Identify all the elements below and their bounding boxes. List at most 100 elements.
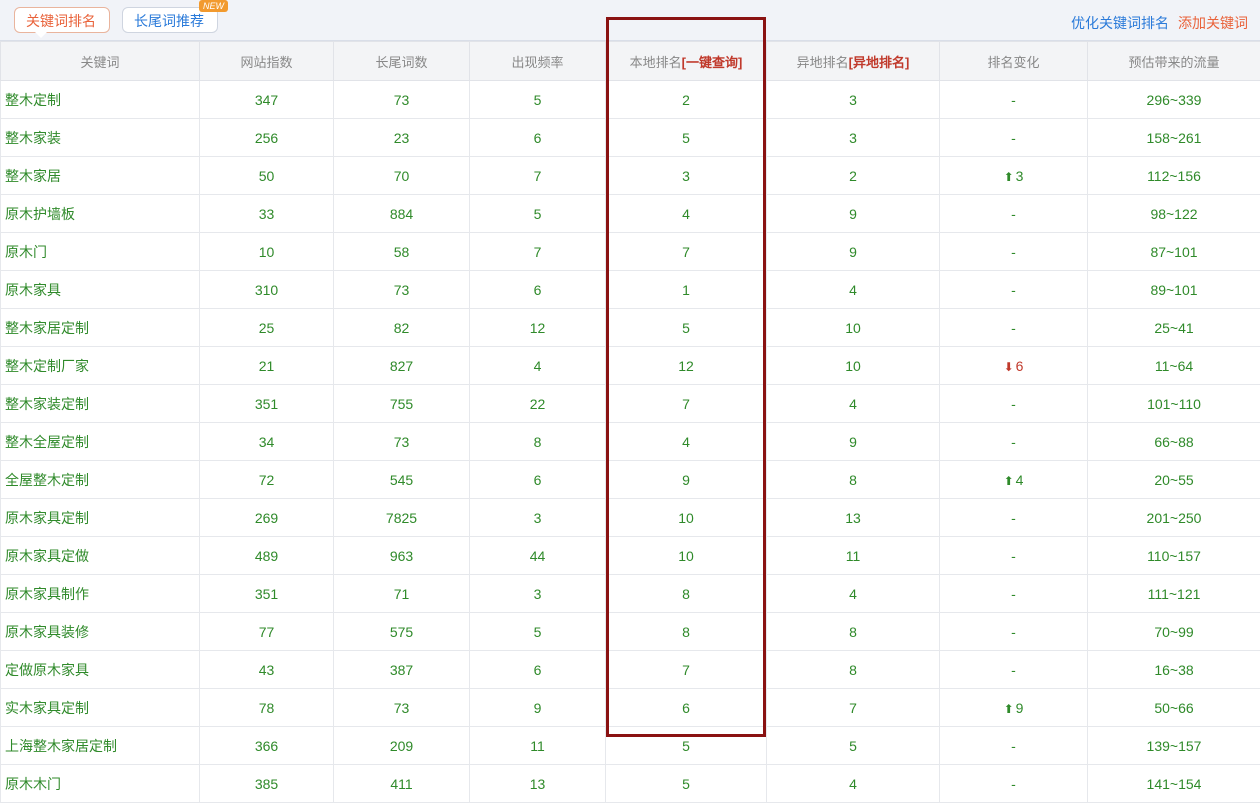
keyword-cell: 上海整木家居定制 [1,727,200,765]
keyword-cell: 原木护墙板 [1,195,200,233]
longtail-count-cell: 545 [334,461,470,499]
frequency-cell: 6 [470,651,606,689]
rank-change-value: 6 [1016,358,1024,374]
remote-rank-cell: 3 [767,81,940,119]
local-rank-cell: 1 [606,271,767,309]
local-rank-cell: 7 [606,233,767,271]
rank-change-cell: ⬆3 [940,157,1088,195]
col-remote-rank-label: 异地排名 [797,55,849,70]
col-traffic: 预估带来的流量 [1088,42,1260,81]
local-rank-cell: 8 [606,613,767,651]
remote-rank-link[interactable]: [异地排名] [849,55,910,70]
local-rank-cell: 2 [606,81,767,119]
table-row: 全屋整木定制72545698⬆420~55 [1,461,1260,499]
rank-change-cell: - [940,119,1088,157]
frequency-cell: 8 [470,423,606,461]
keyword-cell: 全屋整木定制 [1,461,200,499]
arrow-up-icon: ⬆ [1004,170,1014,184]
table-row: 上海整木家居定制3662091155-139~157 [1,727,1260,765]
col-rank-change: 排名变化 [940,42,1088,81]
remote-rank-cell: 4 [767,385,940,423]
longtail-count-cell: 209 [334,727,470,765]
keyword-cell: 原木家具装修 [1,613,200,651]
rank-change-cell: - [940,385,1088,423]
longtail-count-cell: 575 [334,613,470,651]
site-index-cell: 43 [200,651,334,689]
rank-change-cell: - [940,613,1088,651]
longtail-count-cell: 884 [334,195,470,233]
remote-rank-cell: 5 [767,727,940,765]
keyword-cell: 整木家居 [1,157,200,195]
keyword-cell: 整木家装 [1,119,200,157]
table-row: 整木家居定制258212510-25~41 [1,309,1260,347]
longtail-count-cell: 963 [334,537,470,575]
local-rank-cell: 8 [606,575,767,613]
traffic-cell: 101~110 [1088,385,1260,423]
remote-rank-cell: 4 [767,575,940,613]
site-index-cell: 25 [200,309,334,347]
frequency-cell: 6 [470,119,606,157]
rank-change-cell: - [940,195,1088,233]
remote-rank-cell: 4 [767,271,940,309]
tab-keyword-rank[interactable]: 关键词排名 [14,7,110,33]
one-click-query-link[interactable]: [一键查询] [682,55,743,70]
traffic-cell: 89~101 [1088,271,1260,309]
table-row: 原木家具31073614-89~101 [1,271,1260,309]
table-header-row: 关键词 网站指数 长尾词数 出现频率 本地排名[一键查询] 异地排名[异地排名]… [1,42,1260,81]
top-toolbar: 关键词排名 长尾词推荐 NEW 优化关键词排名 添加关键词 [0,0,1260,41]
local-rank-cell: 3 [606,157,767,195]
longtail-count-cell: 827 [334,347,470,385]
col-site-index: 网站指数 [200,42,334,81]
site-index-cell: 351 [200,575,334,613]
rank-change-cell: ⬇6 [940,347,1088,385]
site-index-cell: 78 [200,689,334,727]
col-local-rank-label: 本地排名 [630,55,682,70]
table-row: 定做原木家具43387678-16~38 [1,651,1260,689]
longtail-count-cell: 387 [334,651,470,689]
keyword-cell: 原木家具 [1,271,200,309]
rank-change-cell: ⬆9 [940,689,1088,727]
frequency-cell: 4 [470,347,606,385]
rank-change-value: 3 [1016,168,1024,184]
remote-rank-cell: 9 [767,423,940,461]
remote-rank-cell: 7 [767,689,940,727]
local-rank-cell: 5 [606,765,767,803]
remote-rank-cell: 10 [767,309,940,347]
add-keyword-link[interactable]: 添加关键词 [1178,13,1248,33]
col-remote-rank: 异地排名[异地排名] [767,42,940,81]
keyword-rank-table: 关键词 网站指数 长尾词数 出现频率 本地排名[一键查询] 异地排名[异地排名]… [0,41,1260,803]
remote-rank-cell: 9 [767,233,940,271]
longtail-count-cell: 411 [334,765,470,803]
longtail-count-cell: 73 [334,81,470,119]
tab-pointer [35,32,47,38]
traffic-cell: 16~38 [1088,651,1260,689]
frequency-cell: 3 [470,499,606,537]
longtail-count-cell: 7825 [334,499,470,537]
traffic-cell: 111~121 [1088,575,1260,613]
traffic-cell: 50~66 [1088,689,1260,727]
site-index-cell: 256 [200,119,334,157]
traffic-cell: 139~157 [1088,727,1260,765]
frequency-cell: 7 [470,157,606,195]
remote-rank-cell: 9 [767,195,940,233]
site-index-cell: 385 [200,765,334,803]
site-index-cell: 269 [200,499,334,537]
rank-change-cell: - [940,727,1088,765]
remote-rank-cell: 3 [767,119,940,157]
table-row: 原木门1058779-87~101 [1,233,1260,271]
col-longtail-count: 长尾词数 [334,42,470,81]
traffic-cell: 11~64 [1088,347,1260,385]
local-rank-cell: 6 [606,689,767,727]
longtail-count-cell: 58 [334,233,470,271]
optimize-keyword-rank-link[interactable]: 优化关键词排名 [1071,13,1169,33]
rank-change-value: 4 [1016,472,1024,488]
rank-change-cell: - [940,765,1088,803]
traffic-cell: 141~154 [1088,765,1260,803]
table-row: 整木家装定制3517552274-101~110 [1,385,1260,423]
frequency-cell: 5 [470,195,606,233]
keyword-cell: 原木木门 [1,765,200,803]
table-row: 原木家具定做489963441011-110~157 [1,537,1260,575]
table-body: 整木定制34773523-296~339整木家装25623653-158~261… [1,81,1260,803]
traffic-cell: 201~250 [1088,499,1260,537]
local-rank-cell: 7 [606,385,767,423]
